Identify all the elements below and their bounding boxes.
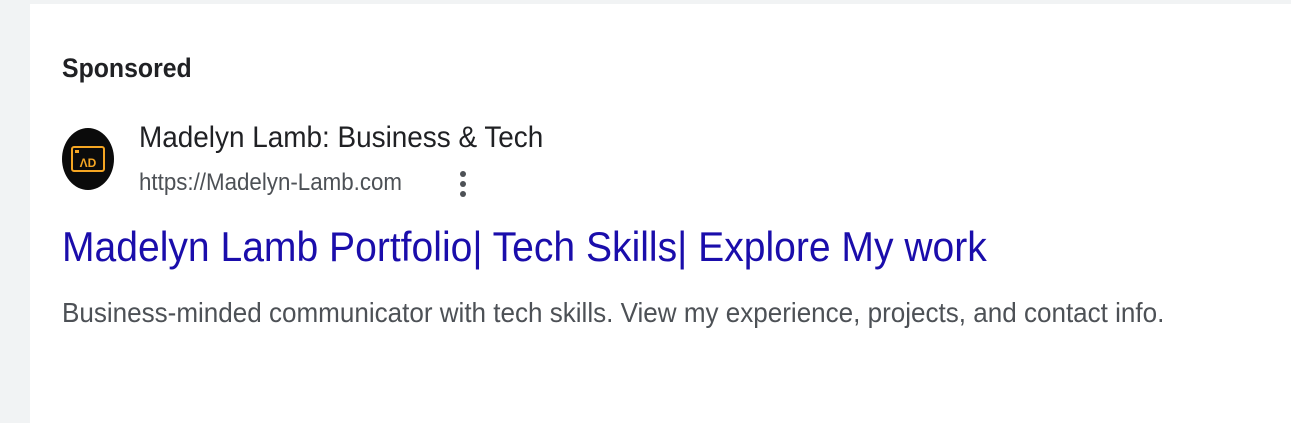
advertiser-name[interactable]: Madelyn Lamb: Business & Tech bbox=[139, 118, 543, 158]
more-vert-icon bbox=[460, 171, 466, 197]
sponsored-label: Sponsored bbox=[62, 53, 192, 83]
advertiser-url[interactable]: https://Madelyn-Lamb.com bbox=[139, 166, 402, 200]
svg-text:ΛD: ΛD bbox=[80, 156, 97, 170]
ad-description: Business-minded communicator with tech s… bbox=[62, 297, 1165, 328]
more-options-button[interactable] bbox=[448, 164, 478, 204]
ad-logo-icon[interactable]: ΛD bbox=[62, 128, 114, 190]
sponsored-result-card: Sponsored ΛD Madelyn Lamb: Business & Te… bbox=[30, 4, 1291, 423]
ad-title-link[interactable]: Madelyn Lamb Portfolio| Tech Skills| Exp… bbox=[62, 220, 987, 274]
ad-logo-graphic: ΛD bbox=[71, 146, 105, 172]
